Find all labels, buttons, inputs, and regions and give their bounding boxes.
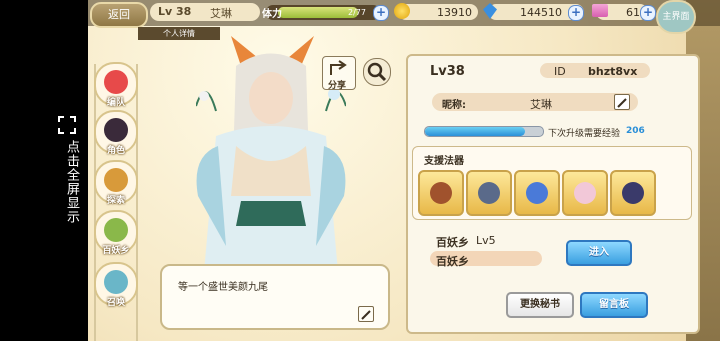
edit-nickname-button[interactable]	[614, 94, 630, 110]
village-name: 百妖乡	[436, 255, 469, 268]
village-label: 百妖乡	[436, 236, 469, 249]
support-slot-5[interactable]	[610, 170, 656, 216]
xp-label: 下次升级需要经验	[548, 129, 621, 139]
enter-village-button[interactable]: 进入	[566, 240, 632, 266]
spear-icon	[478, 182, 500, 204]
ticket-icon	[592, 4, 608, 17]
character-quote: 等一个盛世美颜九尾	[178, 282, 268, 293]
team-icon	[104, 70, 128, 94]
support-slot-3[interactable]	[514, 170, 560, 216]
character-icon	[104, 118, 128, 142]
speech-bubble	[160, 264, 390, 330]
share-label: 分享	[328, 81, 347, 91]
add-gems-button[interactable]: +	[568, 5, 584, 21]
add-stamina-button[interactable]: +	[373, 5, 389, 21]
village-level: Lv5	[476, 234, 496, 247]
profile-level: Lv38	[430, 64, 465, 79]
nav-team[interactable]: 编队	[94, 62, 138, 108]
back-button[interactable]: 返回	[90, 2, 148, 28]
explore-icon	[104, 168, 128, 192]
stamina-label: 体力	[262, 9, 282, 20]
nav-village[interactable]: 百妖乡	[94, 210, 138, 256]
nav-explore[interactable]: 探索	[94, 160, 138, 206]
gem-value: 144510	[520, 6, 562, 19]
ring-icon	[622, 182, 644, 204]
fullscreen-text: 点击全屏显示	[64, 140, 79, 224]
gold-value: 13910	[437, 6, 472, 19]
nickname-value: 艾琳	[530, 98, 552, 111]
magnifier-icon	[367, 62, 387, 82]
xp-fill	[425, 127, 526, 136]
gem-cluster-icon	[526, 182, 548, 204]
nav-summon-label: 召唤	[106, 298, 125, 308]
zoom-button[interactable]	[363, 58, 391, 86]
xp-value: 206	[626, 126, 645, 136]
nav-summon[interactable]: 召唤	[94, 262, 138, 308]
id-label: ID	[554, 65, 566, 78]
fullscreen-overlay[interactable]: 点击全屏显示	[0, 0, 88, 341]
message-board-button[interactable]: 留言板	[580, 292, 648, 318]
orb-icon	[574, 182, 596, 204]
pencil-icon	[361, 310, 371, 320]
nav-explore-label: 探索	[106, 196, 125, 206]
coin-icon	[394, 3, 410, 19]
edit-quote-button[interactable]	[358, 306, 374, 322]
pencil-icon	[617, 98, 627, 108]
main-menu-button[interactable]: 主界面	[656, 0, 696, 34]
change-secretary-button[interactable]: 更换秘书	[506, 292, 574, 318]
id-value: bhzt8vx	[588, 65, 638, 78]
nav-character[interactable]: 角色	[94, 110, 138, 156]
player-name: 艾琳	[210, 7, 232, 20]
ticket-value: 61	[626, 6, 640, 19]
support-slot-1[interactable]	[418, 170, 464, 216]
player-level: Lv 38	[158, 5, 192, 18]
nav-character-label: 角色	[106, 146, 125, 156]
add-tickets-button[interactable]: +	[640, 5, 656, 21]
support-slot-4[interactable]	[562, 170, 608, 216]
crossbow-icon	[430, 182, 452, 204]
stamina-value: 2/77	[348, 8, 366, 17]
support-slot-2[interactable]	[466, 170, 512, 216]
support-title: 支援法器	[424, 156, 464, 167]
nav-team-label: 编队	[106, 98, 125, 108]
expand-icon	[58, 116, 76, 134]
nav-village-label: 百妖乡	[102, 246, 130, 256]
village-icon	[104, 218, 128, 242]
game-screen: 返回 Lv 38 艾琳 体力 2/77 + 13910 144510 + 61 …	[88, 0, 720, 341]
nickname-label: 昵称:	[442, 100, 466, 111]
stamina-fill	[278, 7, 358, 18]
summon-icon	[104, 270, 128, 294]
